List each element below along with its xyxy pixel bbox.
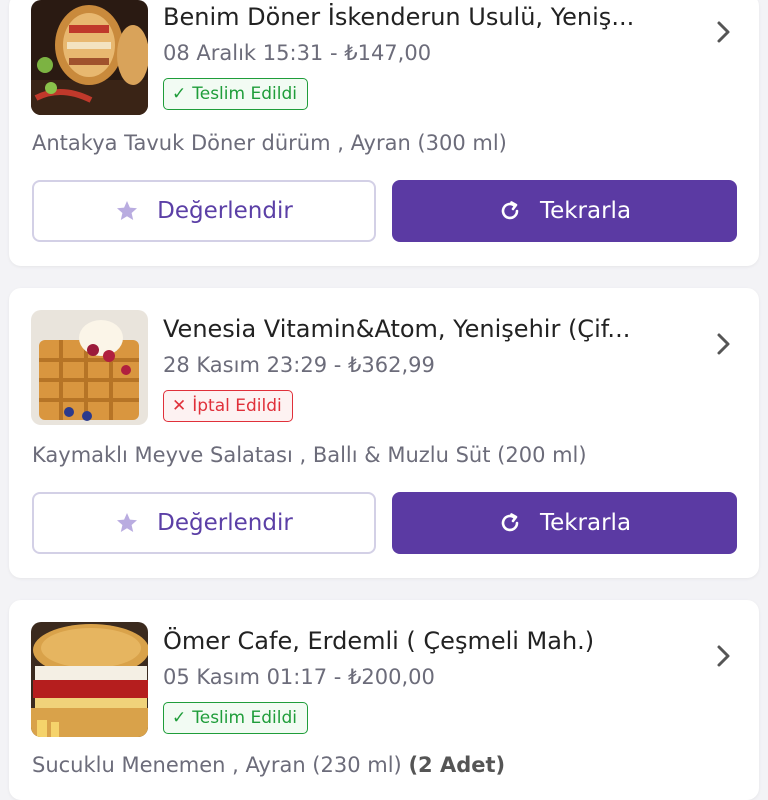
waffle-photo <box>31 310 148 425</box>
refresh-icon <box>501 513 519 532</box>
status-badge: ✓ Teslim Edildi <box>163 702 308 734</box>
toast-sandwich-photo <box>31 622 148 737</box>
rate-button-label: Değerlendir <box>157 198 293 224</box>
checkmark-icon: ✓ <box>172 84 187 104</box>
star-icon <box>117 513 138 532</box>
rate-button[interactable]: Değerlendir <box>32 180 376 242</box>
repeat-button-label: Tekrarla <box>539 198 632 224</box>
checkmark-icon: ✓ <box>172 708 187 728</box>
restaurant-name: Ömer Cafe, Erdemli ( Çeşmeli Mah.) <box>163 627 595 655</box>
status-badge: ✓ Teslim Edildi <box>163 78 308 110</box>
repeat-order-button[interactable]: Tekrarla <box>392 492 737 554</box>
doner-wrap-photo <box>31 0 148 115</box>
chevron-right-icon[interactable] <box>709 642 737 670</box>
repeat-order-button[interactable]: Tekrarla <box>392 180 737 242</box>
status-badge: ✕ İptal Edildi <box>163 390 293 422</box>
restaurant-name: Venesia Vitamin&Atom, Yenişehir (Çif... <box>163 315 631 343</box>
status-label: Teslim Edildi <box>192 708 297 728</box>
restaurant-thumbnail <box>31 622 148 737</box>
order-date-price: 05 Kasım 01:17 - ₺200,00 <box>163 665 435 689</box>
order-card[interactable]: Venesia Vitamin&Atom, Yenişehir (Çif... … <box>9 288 759 578</box>
order-card[interactable]: Benim Döner İskenderun Usulü, Yeniş... 0… <box>9 0 759 266</box>
restaurant-name: Benim Döner İskenderun Usulü, Yeniş... <box>163 3 635 31</box>
chevron-right-icon[interactable] <box>709 330 737 358</box>
status-label: Teslim Edildi <box>192 84 297 104</box>
restaurant-thumbnail <box>31 310 148 425</box>
order-items: Sucuklu Menemen , Ayran (230 ml) (2 Adet… <box>32 750 505 780</box>
refresh-icon <box>501 201 519 220</box>
order-card[interactable]: Ömer Cafe, Erdemli ( Çeşmeli Mah.) 05 Ka… <box>9 600 759 800</box>
order-items: Kaymaklı Meyve Salatası , Ballı & Muzlu … <box>32 443 587 467</box>
repeat-button-label: Tekrarla <box>539 510 632 536</box>
star-icon <box>117 201 138 220</box>
status-label: İptal Edildi <box>192 396 282 416</box>
quantity-note: (2 Adet) <box>408 753 506 777</box>
rate-button[interactable]: Değerlendir <box>32 492 376 554</box>
order-date-price: 28 Kasım 23:29 - ₺362,99 <box>163 353 435 377</box>
order-date-price: 08 Aralık 15:31 - ₺147,00 <box>163 41 432 65</box>
chevron-right-icon[interactable] <box>709 18 737 46</box>
order-items: Antakya Tavuk Döner dürüm , Ayran (300 m… <box>32 131 507 155</box>
restaurant-thumbnail <box>31 0 148 115</box>
close-icon: ✕ <box>172 396 187 416</box>
order-items-text: Sucuklu Menemen , Ayran (230 ml) <box>32 753 402 777</box>
rate-button-label: Değerlendir <box>157 510 293 536</box>
